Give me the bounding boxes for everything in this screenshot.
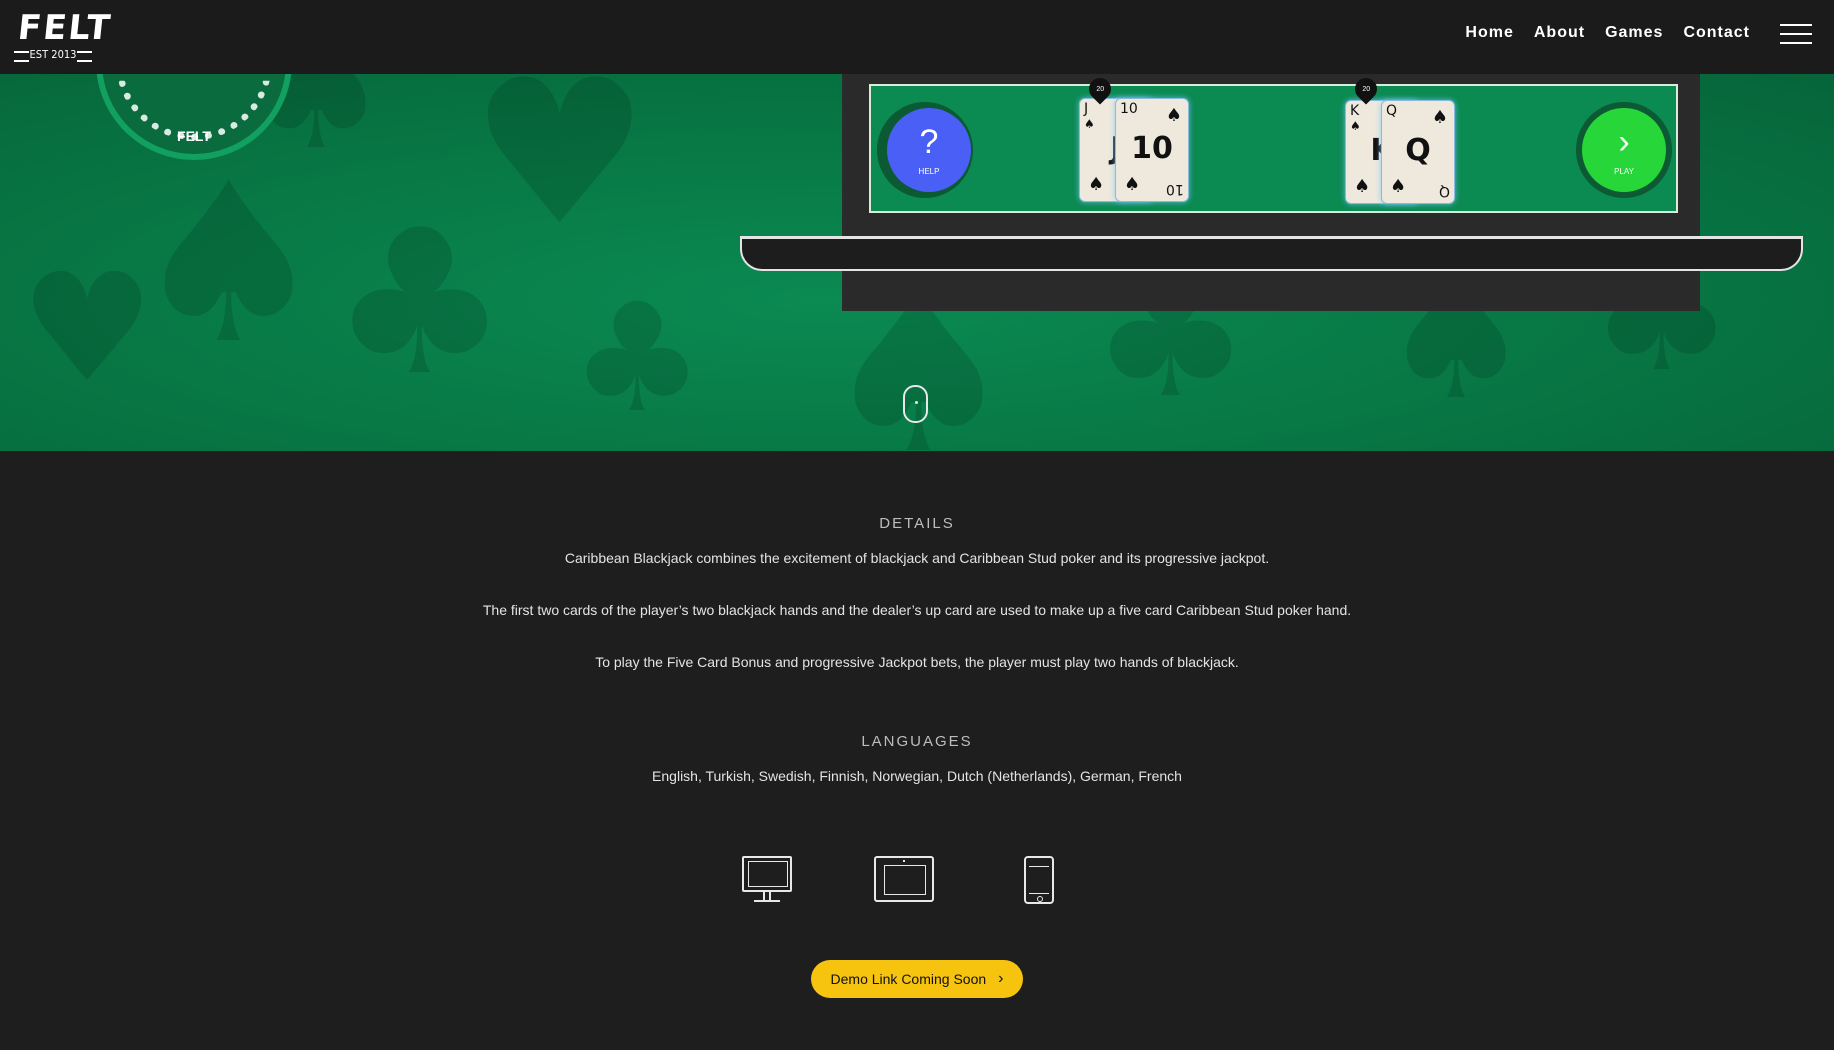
- details-section: DETAILS Caribbean Blackjack combines the…: [0, 451, 1834, 1050]
- play-label: PLAY: [1614, 166, 1634, 176]
- desktop-foot: [754, 900, 780, 902]
- tablet-icon: [874, 856, 934, 902]
- details-heading: DETAILS: [879, 515, 955, 532]
- spade-icon: ♠: [1084, 117, 1095, 131]
- hamburger-menu-icon[interactable]: [1780, 24, 1812, 44]
- help-button-face: ? HELP: [887, 108, 971, 192]
- desktop-icon: [742, 856, 792, 892]
- spade-icon: ♠: [1390, 176, 1407, 197]
- help-button[interactable]: ? HELP: [877, 102, 973, 198]
- badge-label: FELT: [177, 128, 211, 144]
- site-header: FELT EST 2013 Home About Games Contact: [0, 0, 1834, 74]
- hand-total: 20: [1096, 85, 1104, 93]
- demo-link-button[interactable]: Demo Link Coming Soon ›: [811, 960, 1023, 998]
- details-paragraph: The first two cards of the player’s two …: [482, 602, 1352, 618]
- game-preview: ? HELP J ♠ J ♠ 10 ♠ 10 ♠ 10 20 K: [869, 74, 1678, 213]
- card-rank: 10: [1120, 101, 1138, 117]
- chevron-right-icon: ›: [998, 970, 1004, 987]
- chevron-right-icon: ›: [1618, 122, 1630, 161]
- nav-about[interactable]: About: [1534, 24, 1585, 42]
- hand-total: 20: [1362, 85, 1370, 93]
- card-rank: Q: [1386, 103, 1398, 119]
- scroll-down-icon[interactable]: [903, 385, 928, 423]
- main-nav: Home About Games Contact: [1465, 24, 1750, 42]
- spade-icon: ♠: [1088, 174, 1105, 195]
- demo-button-label: Demo Link Coming Soon: [830, 971, 987, 987]
- heart-bg-icon: ♥: [470, 74, 650, 270]
- nav-games[interactable]: Games: [1605, 24, 1663, 42]
- card-rank-inverted: 10: [1166, 181, 1184, 197]
- question-icon: ?: [919, 122, 939, 161]
- card-rank-inverted: Q: [1438, 183, 1450, 199]
- spade-icon: ♠: [1350, 119, 1361, 133]
- card-rank: K: [1350, 103, 1360, 119]
- card-queen: Q ♠ Q ♠ Q: [1381, 100, 1455, 204]
- card-ten: 10 ♠ 10 ♠ 10: [1115, 98, 1189, 202]
- felt-logo[interactable]: FELT EST 2013: [14, 8, 114, 64]
- spade-icon: ♠: [1431, 107, 1448, 128]
- nav-contact[interactable]: Contact: [1683, 24, 1750, 42]
- card-rank: J: [1084, 101, 1089, 117]
- play-button[interactable]: › PLAY: [1576, 102, 1672, 198]
- languages-heading: LANGUAGES: [861, 733, 973, 750]
- laptop-base: [740, 236, 1803, 271]
- laptop-screen: ? HELP J ♠ J ♠ 10 ♠ 10 ♠ 10 20 K: [842, 74, 1700, 311]
- club-bg-icon: ♣: [570, 272, 705, 446]
- details-paragraph: Caribbean Blackjack combines the excitem…: [564, 550, 1270, 566]
- spade-icon: ♠: [1354, 176, 1371, 197]
- supported-devices: [742, 854, 1082, 906]
- nav-home[interactable]: Home: [1465, 24, 1513, 42]
- spade-icon: ♠: [1165, 105, 1182, 126]
- languages-list: English, Turkish, Swedish, Finnish, Norw…: [652, 768, 1182, 784]
- hero-section: ♠ ♣ ♥ ♠ ♣ ♠ ♣ ♠ ♣ ♥ FELT ? HELP J ♠ J ♠: [0, 74, 1834, 451]
- card-center: Q: [1405, 133, 1431, 168]
- details-paragraph: To play the Five Card Bonus and progress…: [595, 654, 1239, 670]
- card-center: 10: [1131, 131, 1173, 166]
- heart-bg-icon: ♥: [20, 242, 155, 416]
- logo-word: FELT: [15, 8, 114, 48]
- play-button-face: › PLAY: [1582, 108, 1666, 192]
- help-label: HELP: [918, 166, 940, 176]
- logo-est: EST 2013: [14, 48, 92, 62]
- spade-icon: ♠: [1124, 174, 1141, 195]
- desktop-stand: [763, 892, 771, 900]
- phone-icon: [1024, 856, 1054, 904]
